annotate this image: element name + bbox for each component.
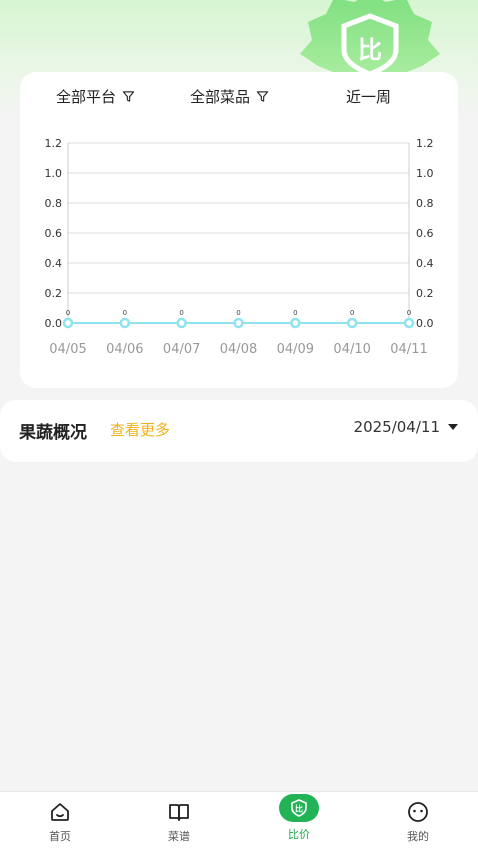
x-tick-label: 04/09	[277, 342, 314, 357]
bottom-tab-bar: 首页 菜谱 比 比价 我的	[0, 791, 478, 850]
book-icon	[169, 804, 189, 821]
y-tick-right: 0.6	[416, 227, 434, 240]
tab-compare[interactable]: 比 比价	[259, 794, 339, 842]
date-value: 2025/04/11	[353, 418, 440, 436]
home-icon	[51, 803, 69, 821]
produce-overview-bar: 果蔬概况 查看更多 2025/04/11	[0, 400, 478, 462]
data-label: 0	[236, 309, 240, 317]
y-tick-left: 0.4	[45, 257, 63, 270]
y-tick-right: 0.4	[416, 257, 434, 270]
data-label: 0	[123, 309, 127, 317]
y-tick-left: 0.2	[45, 287, 63, 300]
shield-compare-icon: 比	[291, 799, 307, 817]
y-tick-left: 1.0	[45, 167, 63, 180]
tab-mine[interactable]: 我的	[378, 800, 458, 844]
y-tick-right: 1.2	[416, 137, 434, 150]
badge-glyph: 比	[358, 36, 382, 64]
tab-compare-label: 比价	[288, 828, 310, 841]
data-point	[62, 317, 74, 329]
data-label: 0	[179, 309, 183, 317]
y-tick-left: 0.0	[45, 317, 63, 330]
compare-tab-highlight: 比	[279, 794, 319, 822]
data-point	[119, 317, 131, 329]
tab-recipes-label: 菜谱	[168, 830, 190, 843]
overview-title: 果蔬概况	[19, 423, 87, 443]
tab-home[interactable]: 首页	[20, 800, 100, 844]
y-tick-left: 0.8	[45, 197, 63, 210]
caret-down-icon	[448, 424, 458, 430]
y-tick-right: 0.8	[416, 197, 434, 210]
y-tick-right: 0.0	[416, 317, 434, 330]
price-compare-badge-icon: 比	[300, 0, 440, 77]
see-more-link[interactable]: 查看更多	[110, 419, 170, 440]
price-line-chart: 1.2 1.21.0 1.00.8 0.80.6 0.60.4 0.40.2 0.20.0 0…	[45, 137, 434, 357]
svg-text:比: 比	[295, 804, 303, 814]
x-tick-label: 04/06	[106, 342, 143, 357]
data-label: 0	[407, 309, 411, 317]
date-selector[interactable]: 2025/04/11	[354, 418, 458, 436]
y-tick-right: 0.2	[416, 287, 434, 300]
y-tick-right: 1.0	[416, 167, 434, 180]
x-tick-label: 04/07	[163, 342, 200, 357]
x-tick-label: 04/10	[333, 342, 370, 357]
smiley-profile-icon	[408, 802, 428, 822]
data-label: 0	[66, 309, 70, 317]
data-point	[290, 317, 301, 329]
x-tick-label: 04/08	[220, 342, 257, 357]
data-point	[346, 317, 358, 329]
tab-home-label: 首页	[49, 830, 71, 843]
y-tick-left: 1.2	[45, 137, 63, 150]
data-point	[233, 317, 244, 329]
data-label: 0	[350, 309, 354, 317]
chart-card: 全部平台 全部菜品 近一周 1.2 1.2 1.0 1.0 0.8 0.8 0.6 0.6 0.…	[20, 72, 458, 388]
tab-mine-label: 我的	[407, 830, 429, 843]
tab-recipes[interactable]: 菜谱	[139, 800, 219, 844]
data-label: 0	[293, 309, 297, 317]
x-tick-label: 04/11	[390, 342, 427, 357]
data-point	[403, 317, 415, 329]
y-tick-left: 0.6	[45, 227, 63, 240]
data-point	[176, 317, 187, 329]
x-tick-label: 04/05	[49, 342, 86, 357]
